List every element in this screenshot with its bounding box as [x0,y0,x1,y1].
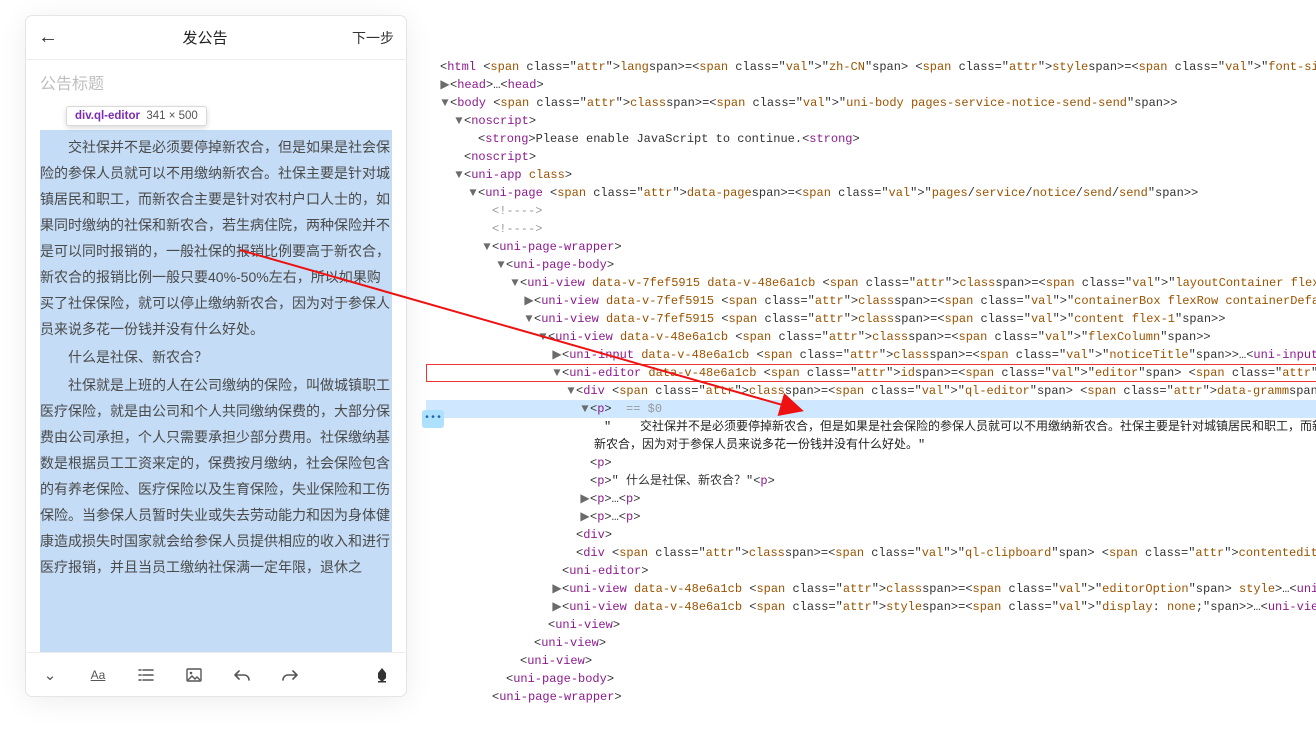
dom-node[interactable]: ▶<uni-view data-v-48e6a1cb <span class="… [426,598,1316,616]
dom-node[interactable]: <noscript> [426,148,1316,166]
notice-title-input[interactable]: 公告标题 [26,60,406,98]
dom-node[interactable]: <html <span class="attr">langspan>=<span… [426,58,1316,76]
list-icon[interactable] [136,668,156,682]
dom-node[interactable]: <p>" 什么是社保、新农合？"<p> [426,472,1316,490]
undo-icon[interactable] [232,669,252,681]
back-icon[interactable]: ← [38,26,58,49]
collapse-dots-icon[interactable]: ••• [422,410,444,428]
dom-node[interactable]: " 交社保并不是必须要停掉新农合，但是如果是社会保险的参保人员就可以不用缴纳新农… [426,418,1316,454]
dom-node[interactable]: ▼<p> == $0 [426,400,1316,418]
dom-node[interactable]: ▶<p>…<p> [426,508,1316,526]
dom-node[interactable]: <uni-view> [426,652,1316,670]
inspect-tooltip: div.ql-editor 341 × 500 [66,106,207,126]
image-icon[interactable] [184,668,204,682]
page-title: 发公告 [182,27,227,48]
dom-node[interactable]: <uni-view> [426,634,1316,652]
marker-icon[interactable] [372,667,392,683]
paragraph[interactable]: 什么是社保、新农合？ [40,344,392,370]
phone-frame: ← 发公告 下一步 公告标题 div.ql-editor 341 × 500 交… [26,16,406,696]
dom-node[interactable]: ▼<uni-app class> [426,166,1316,184]
paragraph[interactable]: 社保就是上班的人在公司缴纳的保险，叫做城镇职工医疗保险，就是由公司和个人共同缴纳… [40,372,392,580]
devtools-panel: ••• <html <span class="attr">langspan>=<… [422,0,1316,735]
dom-node[interactable]: <uni-page-body> [426,670,1316,688]
dom-node[interactable]: <uni-page-wrapper> [426,688,1316,706]
dom-node[interactable]: ▼<uni-editor data-v-48e6a1cb <span class… [426,364,1316,382]
editor-content[interactable]: 交社保并不是必须要停掉新农合，但是如果是社会保险的参保人员就可以不用缴纳新农合。… [40,98,392,580]
text-format-icon[interactable]: Aa [88,668,108,682]
editor-area[interactable]: 交社保并不是必须要停掉新农合，但是如果是社会保险的参保人员就可以不用缴纳新农合。… [26,98,406,652]
phone-preview-column: ← 发公告 下一步 公告标题 div.ql-editor 341 × 500 交… [0,0,422,735]
dom-node[interactable]: <!----> [426,202,1316,220]
inspect-selector: div.ql-editor [75,110,140,122]
dom-node[interactable]: ▼<uni-page-wrapper> [426,238,1316,256]
dom-node[interactable]: ▶<uni-input data-v-48e6a1cb <span class=… [426,346,1316,364]
dom-node[interactable]: ▶<uni-view data-v-48e6a1cb <span class="… [426,580,1316,598]
dom-node[interactable]: <div <span class="attr">classspan>=<span… [426,544,1316,562]
dom-node[interactable]: <strong>Please enable JavaScript to cont… [426,130,1316,148]
dom-node[interactable]: ▶<p>…<p> [426,490,1316,508]
dom-node[interactable]: <uni-editor> [426,562,1316,580]
inspect-dims: 341 × 500 [146,110,197,122]
dom-node[interactable]: ▼<div <span class="attr">classspan>=<spa… [426,382,1316,400]
editor-toolbar: ⌄ Aa [26,652,406,696]
dom-node[interactable]: ▼<uni-page-body> [426,256,1316,274]
dom-node[interactable]: ▼<uni-page <span class="attr">data-pages… [426,184,1316,202]
next-button[interactable]: 下一步 [352,28,394,48]
dom-node[interactable]: ▼<uni-view data-v-7fef5915 data-v-48e6a1… [426,274,1316,292]
dom-node[interactable]: <div> [426,526,1316,544]
dom-node[interactable]: ▼<uni-view data-v-48e6a1cb <span class="… [426,328,1316,346]
dom-node[interactable]: ▼<body <span class="attr">classspan>=<sp… [426,94,1316,112]
redo-icon[interactable] [280,669,300,681]
phone-header: ← 发公告 下一步 [26,16,406,60]
chevron-down-icon[interactable]: ⌄ [40,666,60,684]
dom-node[interactable]: ▶<uni-view data-v-7fef5915 <span class="… [426,292,1316,310]
dom-node[interactable]: <!----> [426,220,1316,238]
dom-node[interactable]: <p> [426,454,1316,472]
dom-node[interactable]: ▼<uni-view data-v-7fef5915 <span class="… [426,310,1316,328]
dom-node[interactable]: ▼<noscript> [426,112,1316,130]
dom-node[interactable]: ▶<head>…<head> [426,76,1316,94]
paragraph[interactable]: 交社保并不是必须要停掉新农合，但是如果是社会保险的参保人员就可以不用缴纳新农合。… [40,134,392,342]
elements-tree[interactable]: ••• <html <span class="attr">langspan>=<… [422,0,1316,735]
dom-node[interactable]: <uni-view> [426,616,1316,634]
